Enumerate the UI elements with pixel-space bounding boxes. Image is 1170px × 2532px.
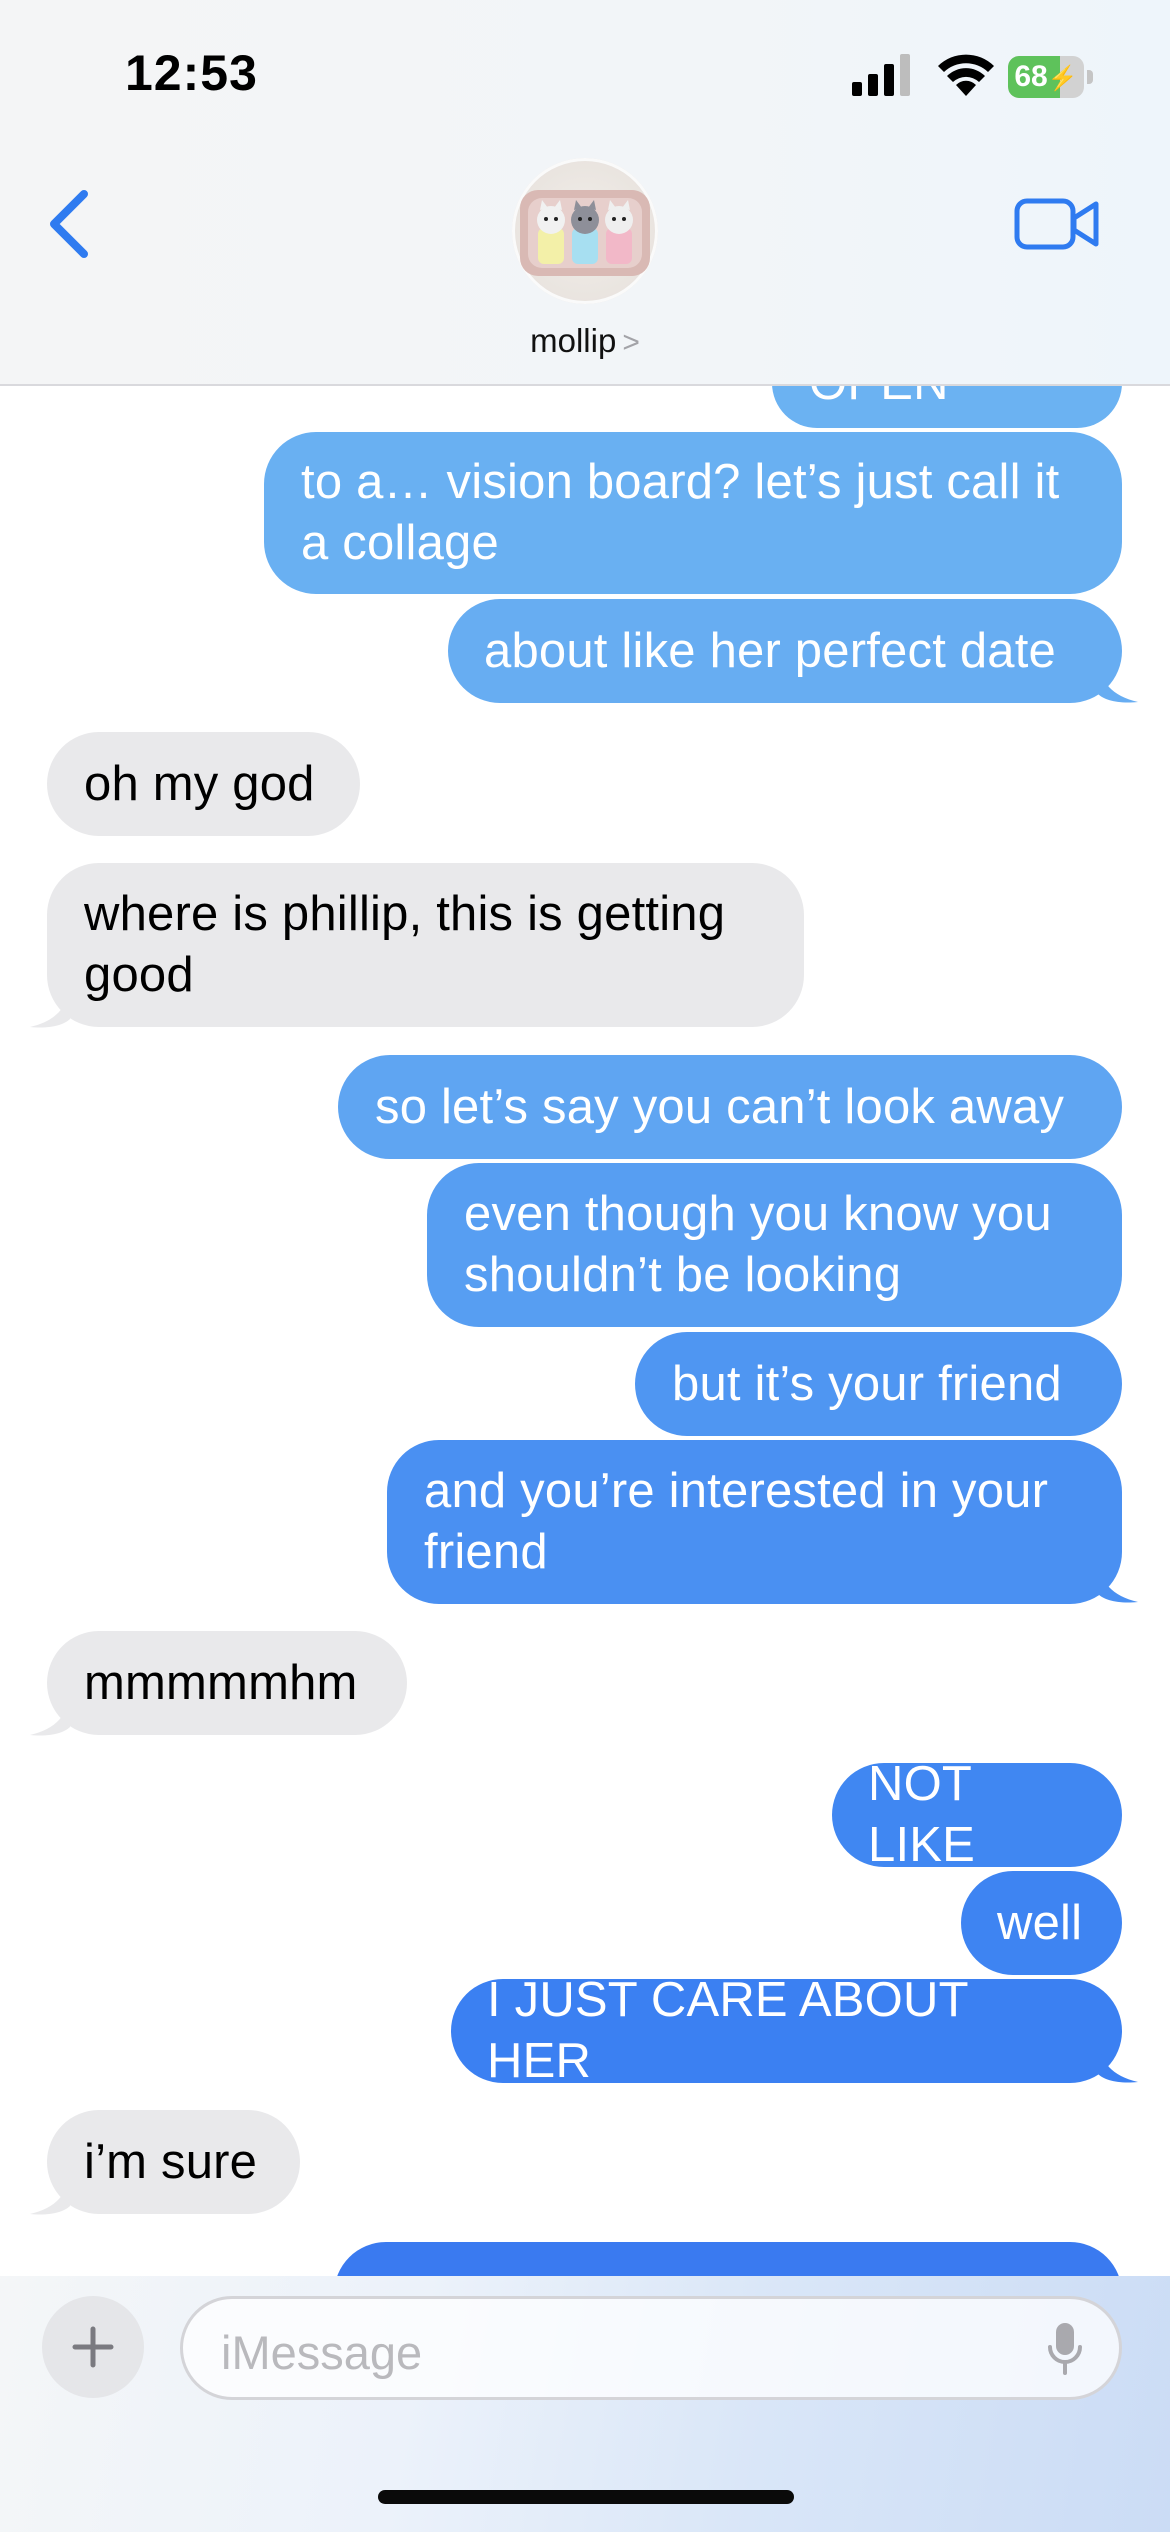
contact-avatar[interactable]: [512, 158, 658, 304]
message-text: to a… vision board? let’s just call it a…: [301, 455, 1060, 570]
message-bubble-incoming[interactable]: i’m sure: [47, 2110, 300, 2214]
message-text: mmmmmhm: [84, 1655, 358, 1710]
status-bar: 12:53 68⚡: [0, 0, 1170, 150]
message-bubble-outgoing[interactable]: to a… vision board? let’s just call it a…: [264, 432, 1122, 594]
message-bubble-outgoing[interactable]: and you’re interested in your friend: [387, 1440, 1122, 1604]
message-bubble-outgoing[interactable]: about like her perfect date: [448, 599, 1122, 703]
bubble-tail: [1098, 660, 1138, 703]
battery-icon: 68⚡: [1008, 56, 1094, 98]
contact-name: mollip: [530, 322, 617, 359]
message-bubble-outgoing[interactable]: NOT LIKE: [832, 1757, 1122, 1872]
avatar-image: [520, 190, 650, 276]
bubble-tail: [30, 2172, 70, 2215]
message-bubble-outgoing[interactable]: but it’s your friend: [635, 1332, 1122, 1436]
message-text: oh my god: [84, 756, 315, 811]
message-bubble-incoming[interactable]: where is phillip, this is getting good: [47, 863, 804, 1027]
cellular-signal-icon: [852, 54, 910, 96]
message-bubble-outgoing[interactable]: I JUST CARE ABOUT HER: [451, 1973, 1122, 2088]
message-text: so let’s say you can’t look away: [375, 1079, 1065, 1134]
message-text: and you’re interested in your friend: [424, 1464, 1049, 1579]
video-camera-icon[interactable]: [1014, 196, 1100, 252]
bubble-tail: [30, 985, 70, 1028]
microphone-icon[interactable]: [1047, 2321, 1083, 2377]
chevron-left-icon[interactable]: [44, 188, 94, 260]
message-text: even though you know you shouldn’t be lo…: [464, 1187, 1052, 1302]
message-text: about like her perfect date: [484, 623, 1056, 678]
home-indicator: [378, 2490, 794, 2504]
message-text: I JUST CARE ABOUT HER: [487, 1973, 968, 2088]
bubble-tail: [1098, 1560, 1138, 1603]
message-text: where is phillip, this is getting good: [84, 887, 726, 1002]
chevron-right-icon: >: [622, 326, 640, 359]
wifi-icon: [938, 54, 994, 96]
battery-body: 68⚡: [1008, 56, 1084, 98]
bubble-tail: [30, 1693, 70, 1736]
message-bubble-incoming[interactable]: mmmmmhm: [47, 1631, 407, 1735]
message-bubble-incoming[interactable]: oh my god: [47, 732, 360, 836]
message-bubble-outgoing[interactable]: well: [961, 1871, 1122, 1975]
message-text: NOT LIKE: [868, 1757, 976, 1872]
message-bubble-outgoing[interactable]: even though you know you shouldn’t be lo…: [427, 1163, 1122, 1327]
conversation-header: 12:53 68⚡ mollip >: [0, 0, 1170, 386]
message-bubble-outgoing[interactable]: so let’s say you can’t look away: [338, 1055, 1122, 1159]
bubble-tail: [1098, 2040, 1138, 2083]
status-time: 12:53: [125, 45, 258, 101]
battery-cap: [1087, 70, 1093, 84]
message-text: well: [997, 1895, 1083, 1950]
message-text: but it’s your friend: [672, 1356, 1062, 1411]
add-attachment-button[interactable]: [42, 2296, 144, 2398]
imessage-input[interactable]: iMessage: [180, 2296, 1122, 2400]
battery-percentage: 68⚡: [1014, 60, 1078, 93]
input-placeholder: iMessage: [221, 2326, 423, 2379]
plus-icon: [72, 2326, 114, 2368]
contact-name-button[interactable]: mollip >: [0, 322, 1170, 360]
message-text: i’m sure: [84, 2134, 258, 2189]
